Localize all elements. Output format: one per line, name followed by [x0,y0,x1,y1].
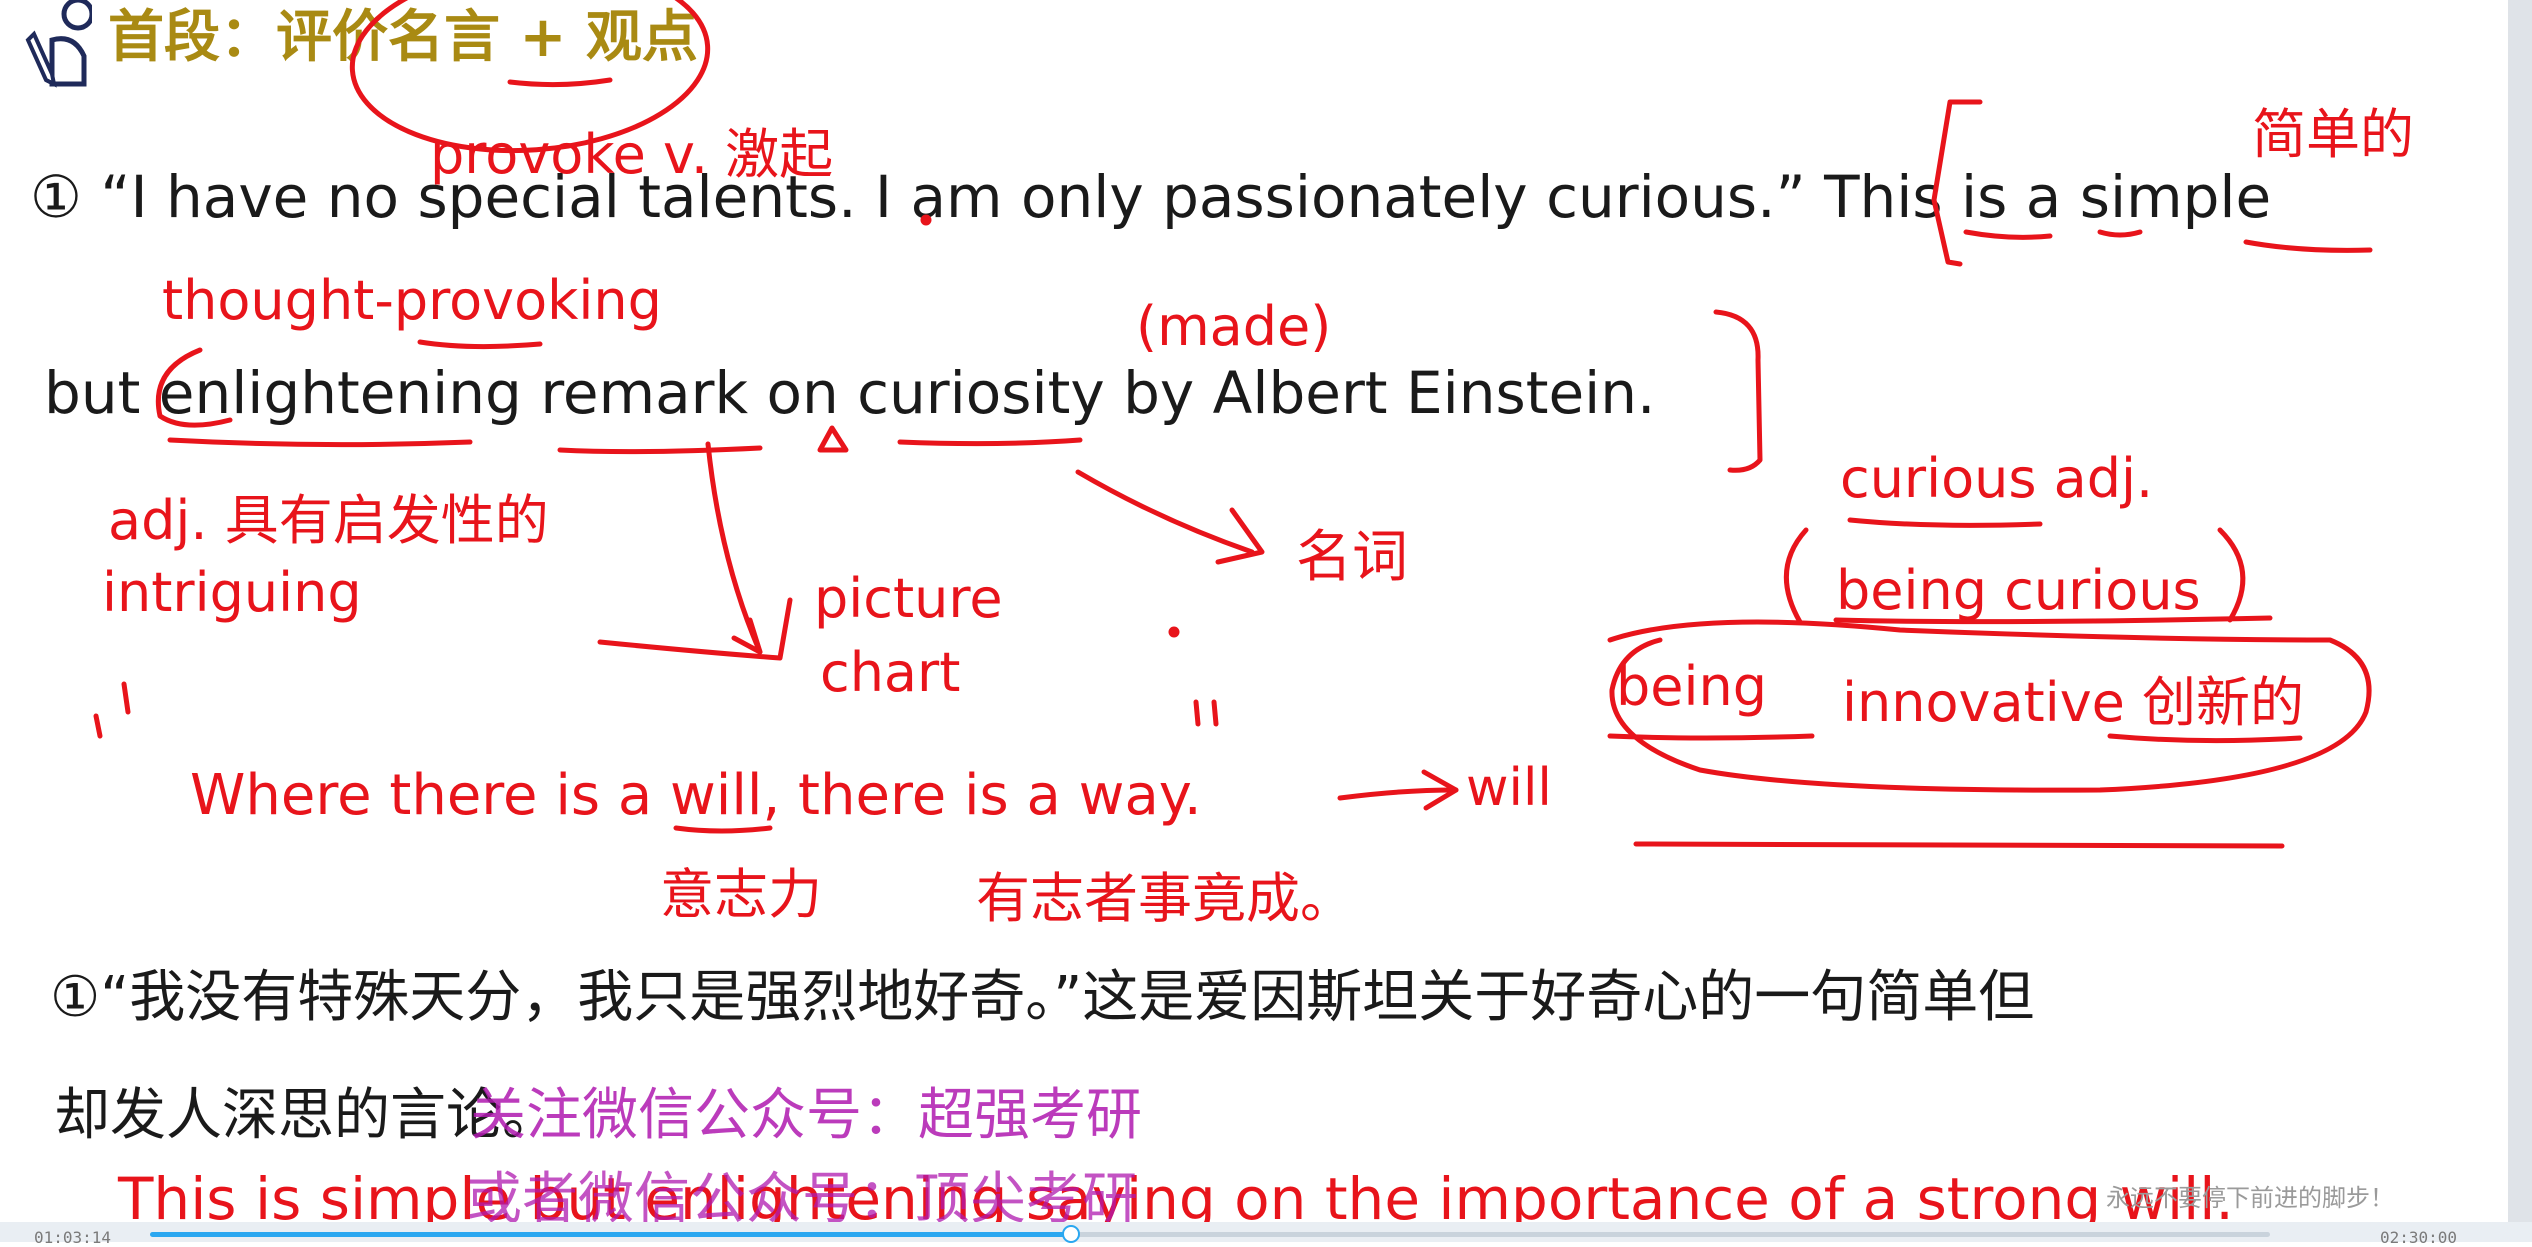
english-sentence-line1: ① “I have no special talents. I am only … [30,163,2272,231]
annotation-youzhi: 有志者事竟成。 [976,867,1354,930]
window-edge [2508,0,2532,1242]
annotation-thought-provoking: thought-provoking [162,269,662,332]
annotation-chart: chart [820,641,961,704]
progress-track[interactable] [1070,1232,2270,1237]
lecture-slide: 首段：评价名言 + 观点 ① “I have no special talent… [0,0,2532,1247]
annotation-yizhili: 意志力 [660,863,822,926]
annotation-mingci: 名词 [1296,525,1408,590]
watermark-line1: 关注微信公众号：超强考研 [470,1083,1142,1148]
annotation-picture: picture [814,567,1003,630]
time-current: 01:03:14 [34,1228,112,1247]
annotation-innovative: innovative 创新的 [1842,671,2305,734]
progress-handle[interactable] [1062,1225,1080,1243]
watermark-line2: 或者微信公众号：顶尖考研 [466,1167,1138,1232]
page-title: 首段：评价名言 + 观点 [108,5,698,70]
annotation-jiandan: 简单的 [2252,103,2414,166]
reader-study-icon [22,0,95,92]
annotation-provoke: provoke v. 激起 [430,123,834,186]
english-sentence-line2: but enlightening remark on curiosity by … [44,359,1656,427]
chinese-sentence-line1: ①“我没有特殊天分，我只是强烈地好奇。”这是爱因斯坦关于好奇心的一句简单但 [50,965,2035,1030]
player-caption: 永远不要停下前进的脚步！ [2106,1184,2394,1212]
time-total: 02:30:00 [2380,1228,2458,1247]
annotation-will: will [1466,758,1552,818]
annotation-quote: Where there is a will, there is a way. [190,763,1202,828]
annotation-made: (made) [1136,295,1332,358]
annotation-intriguing: intriguing [102,561,362,624]
bottom-example-sentence: This is simple but enlightening saying o… [118,1165,2234,1233]
annotation-being: being [1616,655,1768,718]
annotation-curious-adj: curious adj. [1840,447,2154,510]
progress-fill [150,1232,1070,1237]
annotation-adj-definition: adj. 具有启发性的 [108,489,549,552]
annotation-being-curious: being curious [1836,559,2201,622]
